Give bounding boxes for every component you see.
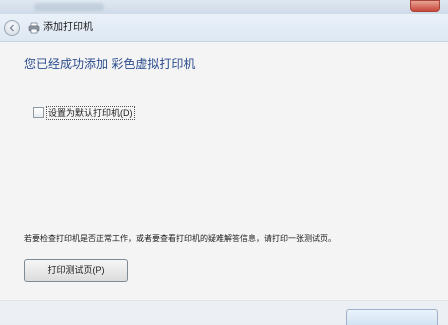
back-button[interactable] [4, 20, 20, 36]
print-test-page-button[interactable]: 打印测试页(P) [24, 259, 128, 282]
set-default-checkbox[interactable] [33, 107, 44, 118]
add-printer-window: 添加打印机 您已经成功添加 彩色虚拟打印机 设置为默认打印机(D) 若要检查打印… [0, 0, 448, 325]
close-button[interactable] [410, 0, 440, 12]
back-arrow-icon [9, 24, 14, 32]
window-title: 添加打印机 [43, 22, 93, 33]
test-page-info-text: 若要检查打印机是否正常工作，或者要查看打印机的疑难解答信息，请打印一张测试页。 [24, 234, 336, 243]
printer-icon [28, 22, 40, 34]
set-default-checkbox-label[interactable]: 设置为默认打印机(D) [46, 106, 135, 120]
footer-bar [0, 300, 448, 325]
navigation-bar: 添加打印机 [0, 14, 448, 42]
title-bar-blurred-caption [34, 3, 104, 11]
title-bar [0, 0, 448, 14]
success-heading: 您已经成功添加 彩色虚拟打印机 [24, 57, 196, 71]
